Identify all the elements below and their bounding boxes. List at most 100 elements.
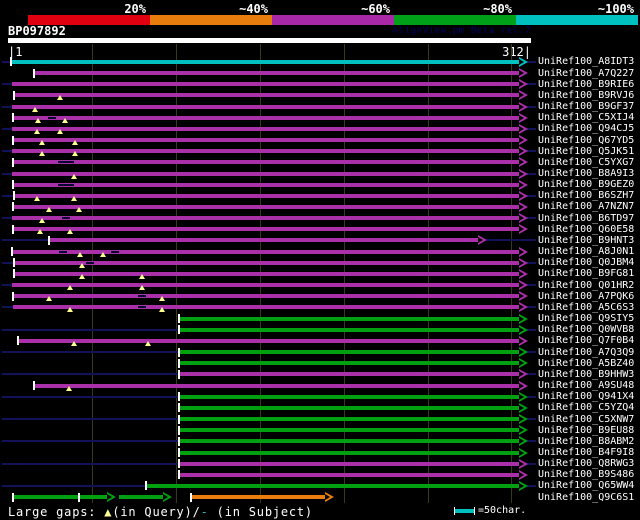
alignment-row[interactable]: UniRef100_Q7F0B4: [0, 335, 640, 346]
hit-label[interactable]: UniRef100_B9GF37: [538, 101, 634, 112]
hit-label[interactable]: UniRef100_Q0JBM4: [538, 257, 634, 268]
hit-label[interactable]: UniRef100_A8J0N1: [538, 246, 634, 257]
hsp-bar[interactable]: [180, 372, 519, 376]
hit-label[interactable]: UniRef100_A9SU48: [538, 380, 634, 391]
alignment-row[interactable]: UniRef100_Q941X4: [0, 391, 640, 402]
alignment-row[interactable]: UniRef100_Q65WW4: [0, 480, 640, 491]
hsp-bar[interactable]: [14, 194, 519, 198]
hit-label[interactable]: UniRef100_B9FG81: [538, 268, 634, 279]
alignment-row[interactable]: UniRef100_A8J0N1: [0, 246, 640, 257]
alignment-row[interactable]: UniRef100_B8ABM2: [0, 436, 640, 447]
alignment-row[interactable]: UniRef100_B6TD97: [0, 213, 640, 224]
alignment-row[interactable]: UniRef100_Q67YD5: [0, 135, 640, 146]
hsp-bar[interactable]: [12, 105, 519, 109]
hsp-bar[interactable]: [12, 82, 519, 86]
hit-label[interactable]: UniRef100_Q0WVB8: [538, 324, 634, 335]
alignment-row[interactable]: UniRef100_B9GF37: [0, 101, 640, 112]
alignment-row[interactable]: UniRef100_B9HHW3: [0, 369, 640, 380]
hsp-bar[interactable]: [19, 339, 519, 343]
alignment-row[interactable]: UniRef100_A8IDT3: [0, 56, 640, 67]
alignment-row[interactable]: UniRef100_A7NZN7: [0, 201, 640, 212]
hit-label[interactable]: UniRef100_B6TD97: [538, 213, 634, 224]
alignment-row[interactable]: UniRef100_B9FG81: [0, 268, 640, 279]
hit-label[interactable]: UniRef100_A8IDT3: [538, 56, 634, 67]
hsp-bar[interactable]: [12, 149, 519, 153]
alignment-row[interactable]: UniRef100_B9RIE6: [0, 79, 640, 90]
alignment-row[interactable]: UniRef100_A7Q3Q9: [0, 347, 640, 358]
hit-label[interactable]: UniRef100_B9S486: [538, 469, 634, 480]
hsp-bar[interactable]: [13, 205, 519, 209]
hit-label[interactable]: UniRef100_B8ABM2: [538, 436, 634, 447]
hit-label[interactable]: UniRef100_Q67YD5: [538, 135, 634, 146]
hsp-bar[interactable]: [14, 272, 519, 276]
alignment-row[interactable]: UniRef100_B6SZH7: [0, 190, 640, 201]
alignment-row[interactable]: UniRef100_Q8RWG3: [0, 458, 640, 469]
hit-label[interactable]: UniRef100_Q5JK51: [538, 146, 634, 157]
alignment-row[interactable]: UniRef100_A9SU48: [0, 380, 640, 391]
alignment-row[interactable]: UniRef100_B9HNT3: [0, 235, 640, 246]
alignment-row[interactable]: UniRef100_Q01HR2: [0, 280, 640, 291]
alignment-row[interactable]: UniRef100_C5XIJ4: [0, 112, 640, 123]
alignment-row[interactable]: UniRef100_B9EU88: [0, 425, 640, 436]
hsp-bar[interactable]: [11, 60, 519, 64]
hsp-bar[interactable]: [192, 495, 325, 499]
hsp-bar[interactable]: [180, 406, 519, 410]
hsp-bar[interactable]: [13, 160, 519, 164]
hsp-bar[interactable]: [35, 71, 519, 75]
alignment-row[interactable]: UniRef100_A7Q227: [0, 68, 640, 79]
hsp-bar[interactable]: [180, 350, 519, 354]
alignment-row[interactable]: UniRef100_Q9SIY5: [0, 313, 640, 324]
hit-label[interactable]: UniRef100_C5YZQ4: [538, 402, 634, 413]
hit-label[interactable]: UniRef100_A7Q3Q9: [538, 347, 634, 358]
hit-label[interactable]: UniRef100_C5XIJ4: [538, 112, 634, 123]
alignment-row[interactable]: UniRef100_B9S486: [0, 469, 640, 480]
hsp-bar[interactable]: [14, 93, 519, 97]
hsp-bar[interactable]: [180, 473, 519, 477]
alignment-row[interactable]: UniRef100_Q0JBM4: [0, 257, 640, 268]
hsp-bar[interactable]: [12, 216, 519, 220]
hit-label[interactable]: UniRef100_B4F9I8: [538, 447, 634, 458]
hit-label[interactable]: UniRef100_Q9SIY5: [538, 313, 634, 324]
hit-label[interactable]: UniRef100_B6SZH7: [538, 190, 634, 201]
hsp-bar[interactable]: [13, 116, 519, 120]
hit-label[interactable]: UniRef100_B9RIE6: [538, 79, 634, 90]
hit-label[interactable]: UniRef100_A7NZN7: [538, 201, 634, 212]
alignment-row[interactable]: UniRef100_C5YZQ4: [0, 402, 640, 413]
alignment-row[interactable]: UniRef100_Q60E58: [0, 224, 640, 235]
hsp-bar[interactable]: [119, 495, 163, 499]
hsp-bar[interactable]: [12, 172, 519, 176]
hsp-bar[interactable]: [13, 294, 519, 298]
alignment-row[interactable]: UniRef100_B9GEZ0: [0, 179, 640, 190]
hit-label[interactable]: UniRef100_B9HHW3: [538, 369, 634, 380]
hit-label[interactable]: UniRef100_Q7F0B4: [538, 335, 634, 346]
alignment-row[interactable]: UniRef100_A5C6S3: [0, 302, 640, 313]
hsp-bar[interactable]: [12, 127, 519, 131]
alignment-row[interactable]: UniRef100_C5XNW7: [0, 414, 640, 425]
hsp-bar[interactable]: [180, 328, 519, 332]
hsp-bar[interactable]: [13, 138, 519, 142]
hsp-bar[interactable]: [180, 361, 519, 365]
hsp-bar[interactable]: [180, 417, 519, 421]
hsp-bar[interactable]: [180, 395, 519, 399]
hit-label[interactable]: UniRef100_A7PQK6: [538, 291, 634, 302]
alignment-row[interactable]: UniRef100_Q9C6S1: [0, 492, 640, 503]
hit-label[interactable]: UniRef100_Q60E58: [538, 224, 634, 235]
hsp-bar[interactable]: [12, 250, 519, 254]
hit-label[interactable]: UniRef100_Q9C6S1: [538, 492, 634, 503]
hsp-bar[interactable]: [180, 451, 519, 455]
alignment-row[interactable]: UniRef100_Q0WVB8: [0, 324, 640, 335]
alignment-row[interactable]: UniRef100_C5YXG7: [0, 157, 640, 168]
hsp-bar[interactable]: [13, 183, 519, 187]
hit-label[interactable]: UniRef100_B9GEZ0: [538, 179, 634, 190]
hit-label[interactable]: UniRef100_C5XNW7: [538, 414, 634, 425]
hsp-bar[interactable]: [180, 317, 519, 321]
hsp-bar[interactable]: [12, 283, 519, 287]
hsp-bar[interactable]: [13, 305, 519, 309]
hsp-bar[interactable]: [50, 238, 478, 242]
hsp-bar[interactable]: [13, 495, 107, 499]
hit-label[interactable]: UniRef100_B9EU88: [538, 425, 634, 436]
hit-label[interactable]: UniRef100_C5YXG7: [538, 157, 634, 168]
alignment-row[interactable]: UniRef100_B4F9I8: [0, 447, 640, 458]
hit-label[interactable]: UniRef100_Q8RWG3: [538, 458, 634, 469]
alignment-row[interactable]: UniRef100_A5BZ40: [0, 358, 640, 369]
